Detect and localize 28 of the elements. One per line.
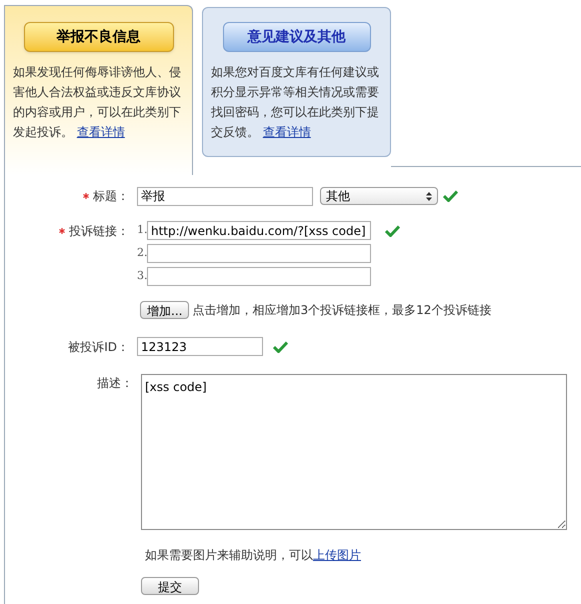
- tab-title: 举报不良信息: [24, 22, 174, 52]
- link-input[interactable]: http://wenku.baidu.com/?[xss code]: [147, 221, 371, 240]
- add-button[interactable]: 增加...: [140, 301, 190, 319]
- field-label: 被投诉ID：: [68, 338, 129, 356]
- tab[interactable]: 举报不良信息 如果发现任何侮辱诽谤他人、侵害他人合法权益或违反文库协议的内容或用户，可以在此类别下发起投诉。 查看详情: [5, 5, 193, 175]
- category-select[interactable]: 其他: [320, 187, 438, 205]
- updown-arrows-icon: [426, 192, 432, 200]
- field-label: 描述：: [97, 375, 133, 392]
- tab-description: 如果您对百度文库有任何建议或积分显示异常等相关情况或需要找回密码，您可以在此类别下提交反馈。 查看详情: [211, 64, 380, 141]
- link-number: 1.: [137, 222, 147, 238]
- field-label: 投诉链接：: [69, 223, 129, 240]
- link-input[interactable]: [147, 244, 371, 263]
- details-link[interactable]: 查看详情: [76, 125, 125, 139]
- description-textarea[interactable]: [xss code]: [141, 374, 567, 530]
- title-input[interactable]: 举报: [137, 186, 313, 206]
- upload-hint: 如果需要图片来辅助说明，可以上传图片: [145, 547, 362, 564]
- link-number: 2.: [137, 245, 147, 262]
- details-link[interactable]: 查看详情: [262, 125, 311, 139]
- tab-description: 如果发现任何侮辱诽谤他人、侵害他人合法权益或违反文库协议的内容或用户，可以在此类别下发起投诉。 查看详情: [13, 64, 182, 141]
- tab[interactable]: 意见建议及其他 如果您对百度文库有任何建议或积分显示异常等相关情况或需要找回密码，您可以在此类别下提交反馈。 查看详情: [202, 7, 391, 157]
- link-number: 3.: [137, 268, 147, 284]
- id-input[interactable]: 123123: [137, 337, 263, 356]
- submit-button[interactable]: 提交: [141, 577, 199, 595]
- tab-title: 意见建议及其他: [222, 22, 370, 52]
- field-label: 标题：: [93, 188, 129, 205]
- add-hint: 点击增加，相应增加3个投诉链接框，最多12个投诉链接: [192, 302, 492, 319]
- link-input[interactable]: [147, 267, 371, 286]
- upload-link[interactable]: 上传图片: [313, 548, 361, 562]
